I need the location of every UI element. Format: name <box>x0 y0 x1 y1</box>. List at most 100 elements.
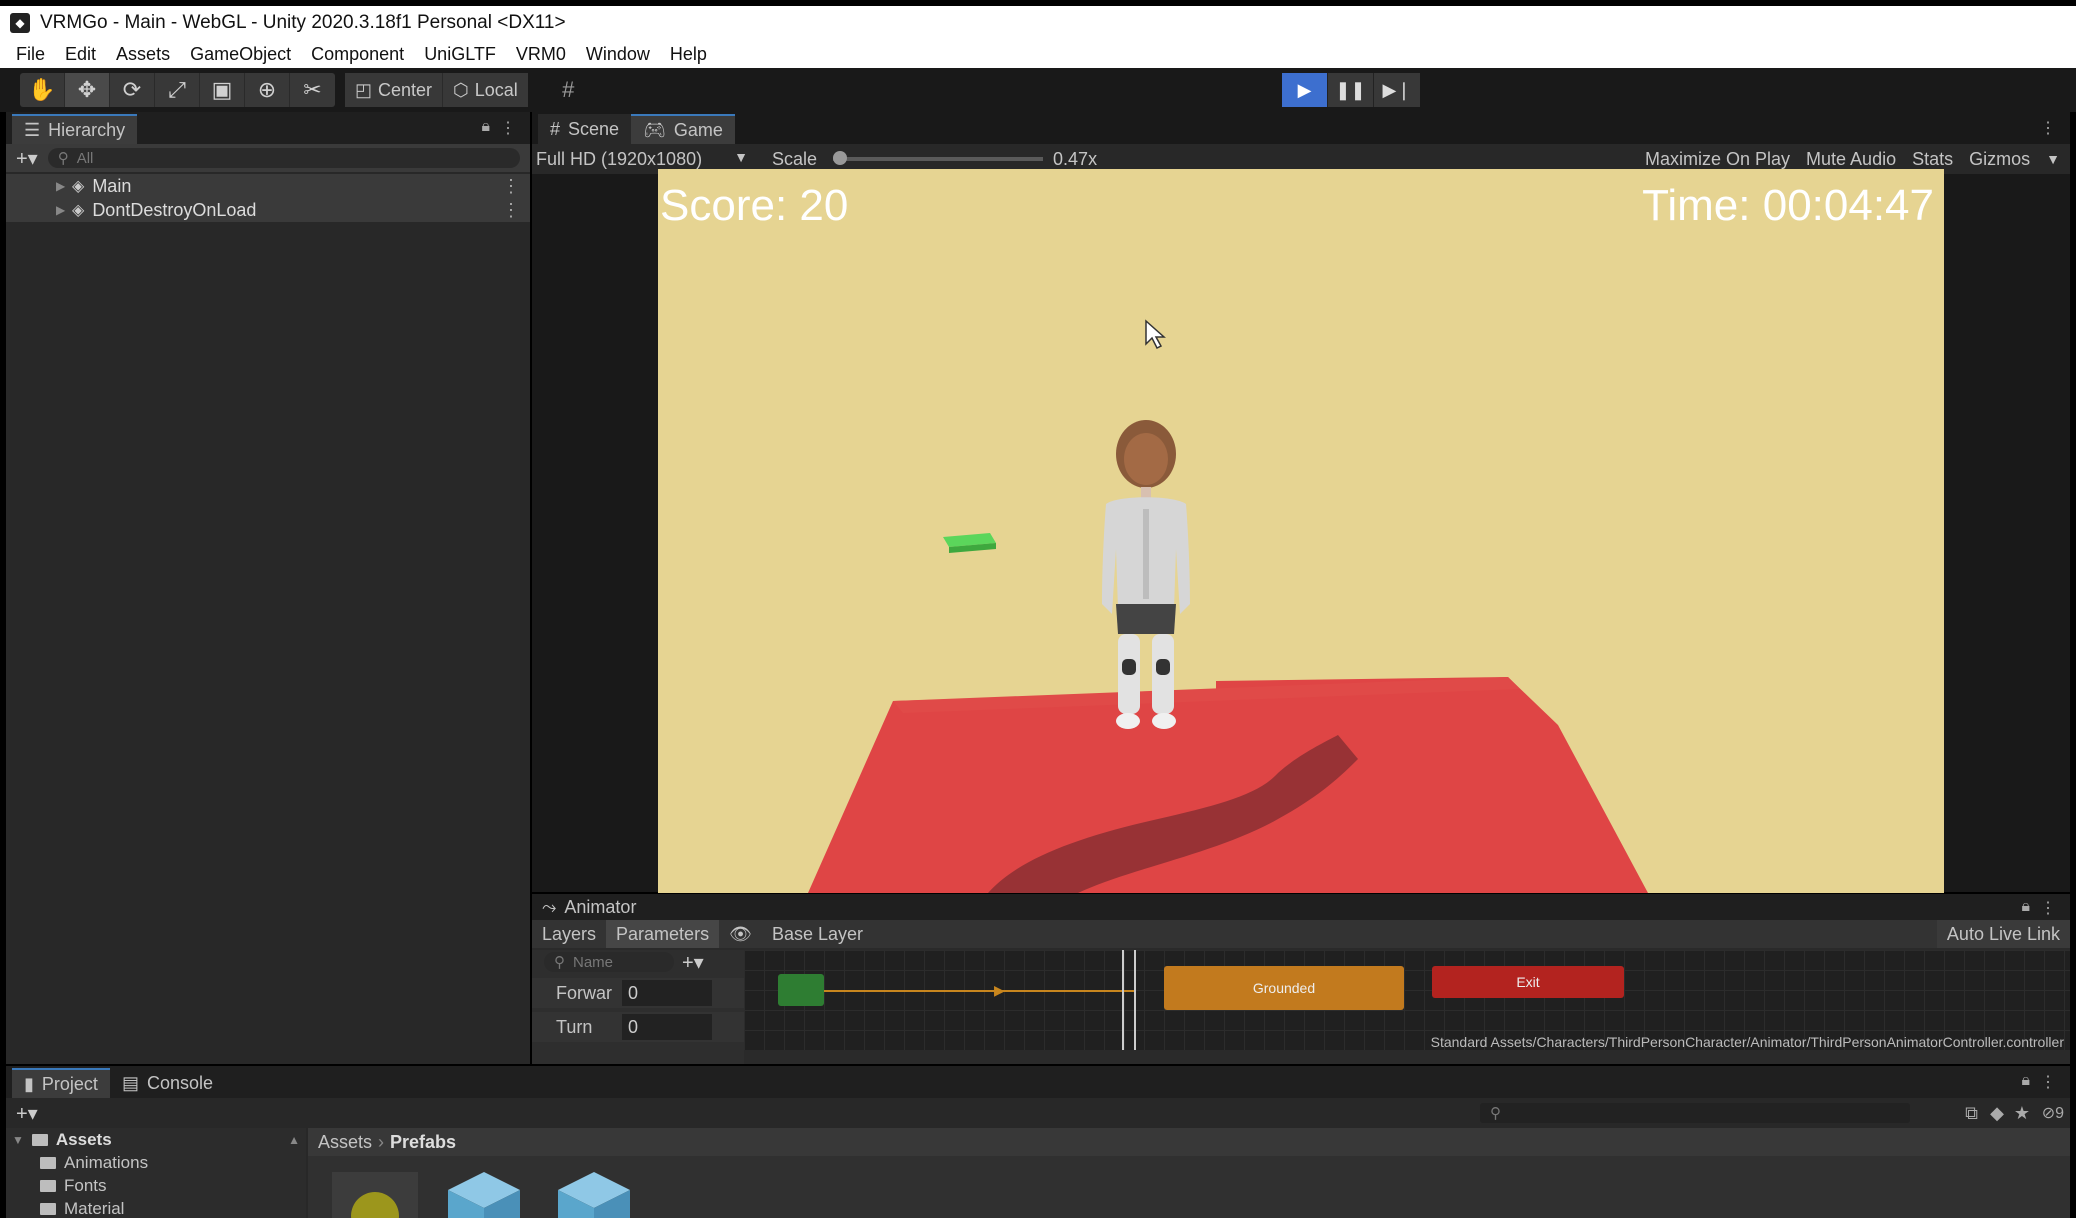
hand-tool-icon[interactable]: ✋ <box>20 73 65 107</box>
grid-snap-icon[interactable]: # <box>546 73 591 107</box>
menu-window[interactable]: Window <box>586 44 650 65</box>
folder-material[interactable]: Material <box>6 1197 306 1218</box>
project-search-input[interactable]: ⚲ <box>1480 1103 1910 1123</box>
play-button[interactable]: ▶ <box>1282 73 1328 107</box>
console-tab-label: Console <box>146 1072 213 1093</box>
animator-icon: ⤳ <box>542 896 557 917</box>
menu-gameobject[interactable]: GameObject <box>190 44 291 65</box>
create-add-icon[interactable]: +▾ <box>16 146 38 171</box>
entry-node[interactable] <box>778 974 824 1006</box>
hierarchy-item-main[interactable]: ▶ ◈ Main ⋮ <box>6 174 530 198</box>
pause-button[interactable]: ❚❚ <box>1328 73 1374 107</box>
kebab-menu-icon[interactable]: ⋮ <box>502 200 520 221</box>
param-row-forward[interactable]: Forwar 0 <box>532 978 744 1008</box>
menu-component[interactable]: Component <box>311 44 404 65</box>
add-parameter-icon[interactable]: +▾ <box>682 950 704 975</box>
animator-graph[interactable]: ▶ Grounded Exit Standard Assets/Characte… <box>744 950 2070 1050</box>
param-row-turn[interactable]: Turn 0 <box>532 1012 744 1042</box>
rect-tool-icon[interactable]: ▣ <box>200 73 245 107</box>
stats-button[interactable]: Stats <box>1912 149 1953 170</box>
resolution-dropdown[interactable]: Full HD (1920x1080) ▼ <box>536 149 756 170</box>
layer-breadcrumb[interactable]: Base Layer <box>762 920 873 948</box>
custom-tool-icon[interactable]: ✂ <box>290 73 335 107</box>
folder-fonts[interactable]: Fonts <box>6 1174 306 1197</box>
tab-scene[interactable]: # Scene <box>538 114 632 144</box>
kebab-menu-icon[interactable]: ⋮ <box>2040 898 2056 918</box>
folder-animations[interactable]: Animations <box>6 1151 306 1174</box>
menu-vrm0[interactable]: VRM0 <box>516 44 566 65</box>
animator-tab-label[interactable]: Animator <box>564 897 636 918</box>
rotate-tool-icon[interactable]: ⟳ <box>110 73 155 107</box>
pivot-local-button[interactable]: ⬡ Local <box>443 73 528 107</box>
param-search-input[interactable]: ⚲ Name <box>544 952 674 972</box>
tab-hierarchy[interactable]: ☰ Hierarchy <box>12 114 138 144</box>
kebab-menu-icon[interactable]: ⋮ <box>502 176 520 197</box>
favorite-star-icon[interactable]: ★ <box>2014 1103 2030 1124</box>
lock-icon[interactable]: 🔒︎ <box>481 118 490 136</box>
auto-live-link-button[interactable]: Auto Live Link <box>1936 920 2070 948</box>
lock-icon[interactable]: 🔒︎ <box>2021 1072 2030 1090</box>
menu-bar: File Edit Assets GameObject Component Un… <box>0 40 2076 68</box>
expand-arrow-icon[interactable]: ▼ <box>12 1133 24 1147</box>
breadcrumb-assets[interactable]: Assets <box>318 1132 372 1153</box>
maximize-on-play-button[interactable]: Maximize On Play <box>1645 149 1790 170</box>
menu-help[interactable]: Help <box>670 44 707 65</box>
chevron-up-icon[interactable]: ▲ <box>288 1133 300 1147</box>
menu-edit[interactable]: Edit <box>65 44 96 65</box>
game-viewport[interactable]: Score: 20 Time: 00:04:47 <box>658 169 1944 893</box>
pivot-local-label: Local <box>474 79 518 100</box>
eye-icon[interactable]: 👁︎ <box>719 920 762 948</box>
menu-assets[interactable]: Assets <box>116 44 170 65</box>
chevron-down-icon[interactable]: ▼ <box>2046 151 2060 167</box>
gizmos-button[interactable]: Gizmos <box>1969 149 2030 170</box>
kebab-menu-icon[interactable]: ⋮ <box>500 118 516 138</box>
tab-project[interactable]: ▮ Project <box>12 1068 110 1098</box>
scale-slider[interactable] <box>833 151 1044 165</box>
exit-state-node[interactable]: Exit <box>1432 966 1624 998</box>
grounded-state-node[interactable]: Grounded <box>1164 966 1404 1010</box>
game-tab-label: Game <box>673 119 723 140</box>
pivot-center-button[interactable]: ◰ Center <box>345 73 444 107</box>
mute-audio-button[interactable]: Mute Audio <box>1806 149 1896 170</box>
expand-arrow-icon[interactable]: ▶ <box>56 203 65 217</box>
folder-label: Fonts <box>64 1175 107 1195</box>
scale-slider-knob[interactable] <box>833 151 848 165</box>
param-value-field[interactable]: 0 <box>622 1014 712 1040</box>
tab-parameters[interactable]: Parameters <box>606 920 720 948</box>
expand-arrow-icon[interactable]: ▶ <box>56 179 65 193</box>
transition-arrow-icon: ▶ <box>994 982 1005 998</box>
hidden-packages-icon[interactable]: ⊘9 <box>2042 1103 2064 1123</box>
hierarchy-item-label: Main <box>92 175 132 196</box>
folder-icon <box>40 1156 56 1169</box>
pivot-local-icon: ⬡ <box>453 79 469 100</box>
kebab-menu-icon[interactable]: ⋮ <box>2040 1072 2056 1092</box>
tab-console[interactable]: ▤ Console <box>109 1068 225 1098</box>
hierarchy-item-dontdestroyonload[interactable]: ▶ ◈ DontDestroyOnLoad ⋮ <box>6 198 530 222</box>
folder-label: Assets <box>55 1129 112 1149</box>
tab-game[interactable]: 🎮︎ Game <box>631 114 735 144</box>
transform-tool-icon[interactable]: ⊕ <box>245 73 290 107</box>
time-text: Time: 00:04:47 <box>1642 181 1934 230</box>
search-icon: ⚲ <box>554 954 565 971</box>
move-tool-icon[interactable]: ✥ <box>65 73 110 107</box>
tab-layers[interactable]: Layers <box>532 920 606 948</box>
asset-thumbnail-cube-2[interactable] <box>554 1168 634 1218</box>
param-value-field[interactable]: 0 <box>622 980 712 1006</box>
play-controls: ▶ ❚❚ ▶❘ <box>1282 73 1420 107</box>
vrm-character <box>1102 420 1190 729</box>
filter-type-icon[interactable]: ⧉ <box>1965 1103 1978 1124</box>
kebab-menu-icon[interactable]: ⋮ <box>2040 118 2056 138</box>
lock-icon[interactable]: 🔒︎ <box>2021 898 2030 916</box>
folder-icon <box>31 1133 48 1146</box>
asset-thumbnail-cube-1[interactable] <box>444 1168 524 1218</box>
create-add-icon[interactable]: +▾ <box>16 1101 38 1126</box>
scale-tool-icon[interactable]: ⤢ <box>155 73 200 107</box>
folder-assets[interactable]: ▼ Assets ▲ <box>6 1128 306 1151</box>
menu-file[interactable]: File <box>16 44 45 65</box>
filter-label-icon[interactable]: ◆ <box>1990 1103 2004 1124</box>
menu-unigltf[interactable]: UniGLTF <box>424 44 496 65</box>
step-button[interactable]: ▶❘ <box>1374 73 1420 107</box>
breadcrumb-prefabs[interactable]: Prefabs <box>390 1132 456 1153</box>
hierarchy-search-input[interactable]: ⚲ All <box>47 148 520 168</box>
asset-thumbnail-sphere[interactable] <box>332 1172 418 1218</box>
